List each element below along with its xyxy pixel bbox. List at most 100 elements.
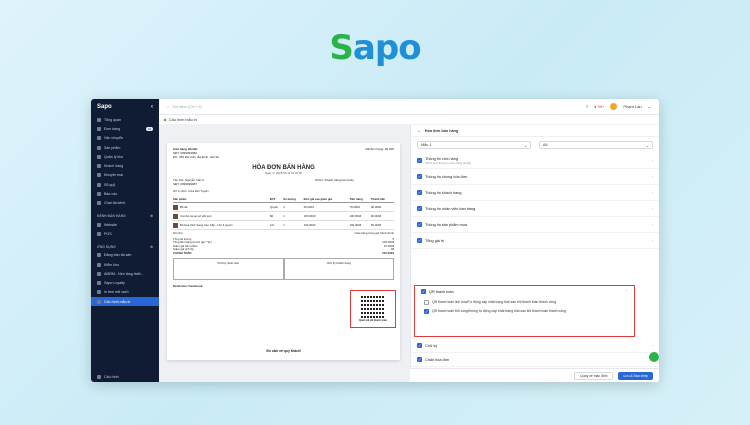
panel-section[interactable]: ✓ Thông tin nhân viên bán hàng › [411, 201, 659, 217]
qr-checkbox[interactable]: ✓ [421, 289, 426, 294]
breadcrumb-label: Cấu hình mẫu in [168, 117, 197, 122]
section-checkbox[interactable]: ✓ [417, 238, 422, 243]
section-title: Tổng giá trị [425, 238, 444, 243]
back-icon[interactable]: ◀ [163, 117, 166, 122]
sidebar-item[interactable]: In tem mã vạch [91, 288, 159, 297]
back-arrow-icon[interactable]: ← [417, 129, 421, 133]
panel-section[interactable]: ✓ Tổng giá trị › [411, 233, 659, 249]
sidebar-item[interactable]: Sổ quỹ [91, 180, 159, 189]
panel-section[interactable]: ✓ Chữ ký › [411, 339, 659, 353]
count-badge: 19 [145, 126, 153, 131]
cell-text: 100.000đ [349, 223, 362, 227]
section-text: Thông tin nhân viên bán hàng [425, 207, 475, 211]
panel-section[interactable]: ✓ Thông tin sản phẩm mua › [411, 217, 659, 233]
table-cell: Bổ Hoa Xinh Sang Cao Cấp - Lốc 3 quyển [173, 220, 270, 230]
sidebar-item[interactable]: Tổng quan [91, 115, 159, 124]
section-checkbox[interactable]: ✓ [417, 158, 422, 163]
sidebar-item[interactable]: Sản phẩm [91, 143, 159, 152]
customer-group: Nhóm: Khách hàng bán buôn [314, 178, 354, 182]
sidebar-item[interactable]: Vận chuyển [91, 134, 159, 143]
section-title: Thông tin nhân viên bán hàng [425, 206, 476, 211]
sidebar-item[interactable]: AMRM - Nền tảng thiết... [91, 269, 159, 278]
gear-icon [97, 375, 101, 380]
sidebar-item[interactable]: Cấu hình mẫu in [91, 297, 159, 307]
paper-size-select[interactable]: A4 ⌄ [539, 141, 653, 149]
product-thumbnail [173, 213, 178, 219]
sidebar-item[interactable]: Khách hàng [91, 161, 159, 170]
qr-option[interactable]: ✓ QR thanh toán thủ côngKhông tự động cập… [415, 306, 634, 315]
sidebar-item[interactable]: Kiểm kho [91, 260, 159, 269]
cell-text: Bổ Hoa Xinh Sang Cao Cấp - Lốc 3 quyển [180, 222, 233, 227]
sidebar-item[interactable]: Khuyến mại [91, 171, 159, 180]
dashboard-icon [97, 117, 101, 122]
qr-option[interactable]: QR thanh toán linh hoạtTự động cập nhật … [415, 297, 634, 306]
add-app-icon[interactable]: ⊕ [150, 245, 153, 249]
panel-section[interactable]: ✓ Thông tin khách hàng › [411, 185, 659, 201]
note-label: Ghi chú [173, 231, 183, 235]
store-address: ĐC: 256 Đội Cấn, Ba Đình, Hà Nội [173, 155, 220, 159]
sidebar-item-label: AMRM - Nền tảng thiết... [104, 271, 144, 276]
user-name[interactable]: Phạm Lan [623, 104, 641, 109]
section-title: Thông tin khách hàng [425, 190, 462, 195]
section-checkbox[interactable]: ✓ [417, 222, 422, 227]
qr-option-text: QR thanh toán thủ côngKhông tự động cập … [432, 309, 566, 313]
panel-section[interactable]: ✓ Thông tin cửa hàng Chỉnh sửa thông tin c… [411, 153, 659, 169]
sidebar-item[interactable]: Đơn hàng 19 [91, 124, 159, 133]
save-copy-button[interactable]: Lưu & Sao chép [618, 371, 653, 380]
settings-panel: ← Hóa đơn bán hàng Mẫu 1 ⌄ A4 ⌄ ✓ Thông tin … [410, 125, 659, 382]
qr-option-checkbox[interactable] [424, 300, 429, 305]
avatar[interactable] [610, 103, 618, 110]
reset-default-button[interactable]: Quay về mặc định [574, 371, 614, 380]
sidebar-item[interactable]: Chat đa kênh [91, 199, 159, 208]
sidebar-item[interactable]: Website [91, 220, 159, 229]
qr-option-checkbox[interactable]: ✓ [424, 309, 429, 314]
qr-section-header[interactable]: ✓ QR thanh toán ⌃ [415, 286, 634, 297]
template-value: Mẫu 1 [421, 143, 432, 147]
section-checkbox[interactable]: ✓ [417, 174, 422, 179]
chevron-down-icon[interactable]: ⌄ [648, 104, 651, 109]
search-icon: ⌕ [167, 104, 170, 109]
chevron-right-icon[interactable]: › [652, 191, 653, 195]
template-select[interactable]: Mẫu 1 ⌄ [417, 141, 531, 149]
add-channel-icon[interactable]: ⊕ [150, 214, 153, 218]
qr-highlight: Quét mã để thanh toán [350, 290, 396, 328]
payment-row: THANH TOÁN 210.000đ [173, 250, 394, 256]
collapse-icon[interactable]: ‹ [151, 104, 153, 110]
chevron-right-icon[interactable]: › [652, 175, 653, 179]
chevron-right-icon[interactable]: › [652, 159, 653, 163]
sidebar-item[interactable]: Đăng bán đa sàn [91, 251, 159, 260]
app-icon [97, 299, 101, 304]
panel-section[interactable]: ✓Chân hóa đơn› [411, 353, 659, 367]
section-text: Thông tin sản phẩm mua [425, 223, 467, 227]
invoice-date: Ngày in: 2025-05-12 10:02:35 [264, 171, 302, 175]
sidebar-item[interactable]: POS [91, 229, 159, 238]
section-checkbox[interactable]: ✓ [417, 190, 422, 195]
sidebar-item-label: Khách hàng [104, 164, 124, 169]
section-checkbox[interactable]: ✓ [417, 206, 422, 211]
section-checkbox[interactable]: ✓ [417, 357, 422, 362]
app-icon [97, 262, 101, 267]
notification-icon[interactable]: ● 99+ [594, 104, 604, 109]
sidebar-item[interactable]: Sapo Loyalty [91, 278, 159, 287]
help-icon[interactable]: ? [586, 104, 588, 109]
sidebar-item-settings[interactable]: Cấu hình [91, 373, 159, 382]
section-checkbox[interactable]: ✓ [417, 343, 422, 348]
table-cell: Quyển [269, 202, 284, 212]
chevron-right-icon[interactable]: › [652, 207, 653, 211]
cell-text: 60.000đ [370, 223, 382, 227]
payment-value: 210.000đ [382, 250, 394, 255]
chevron-right-icon[interactable]: › [652, 239, 653, 243]
logo-s: S [329, 28, 353, 68]
table-cell: 90.000đ [370, 202, 394, 212]
sidebar-item-label: Sapo Loyalty [104, 281, 125, 286]
sidebar-item-label: Kiểm kho [104, 262, 119, 267]
chevron-up-icon[interactable]: ⌃ [625, 289, 628, 294]
sidebar-item[interactable]: Báo cáo [91, 189, 159, 198]
panel-section[interactable]: ✓ Thông tin chung hóa đơn › [411, 169, 659, 185]
chat-bubble-icon[interactable] [649, 352, 659, 362]
sidebar-item[interactable]: Quản lý kho [91, 152, 159, 161]
staff-signature: Chữ ký nhân viên [173, 257, 284, 280]
chevron-right-icon[interactable]: › [652, 223, 653, 227]
chevron-right-icon[interactable]: › [652, 344, 653, 348]
search-input[interactable]: ⌕ Tìm kiếm (Ctrl + K) [167, 105, 202, 109]
